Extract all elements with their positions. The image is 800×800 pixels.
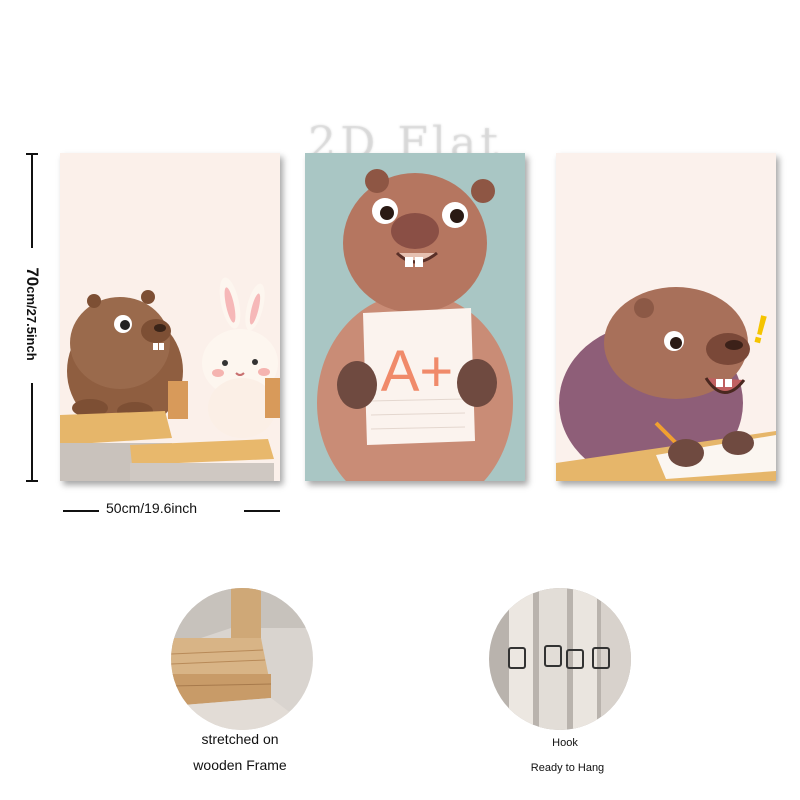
wooden-frame-photo: [171, 588, 313, 730]
capybara-rabbit-illustration: [60, 153, 280, 481]
wooden-frame-image: [171, 588, 313, 730]
height-marker-bottom: [26, 480, 38, 482]
hook-caption-line1: Hook: [552, 737, 578, 749]
a-plus-text: A+: [381, 339, 454, 404]
capybara-writing-illustration: !: [556, 153, 776, 481]
canvas-panel-right: !: [556, 153, 776, 481]
frame-caption-line1: stretched on: [201, 731, 279, 747]
product-image: 2D Flat 70cm/27.5inch 50cm/19.6inch A+ !…: [0, 0, 800, 800]
height-unit: cm/27.5inch: [24, 286, 39, 361]
height-label: 70cm/27.5inch: [22, 267, 42, 360]
width-line-left: [63, 510, 99, 512]
hook-photo: [489, 588, 631, 730]
capybara-a-plus-illustration: A+: [305, 153, 525, 481]
hook-caption-line2: Ready to Hang: [530, 762, 605, 774]
width-label: 50cm/19.6inch: [106, 500, 198, 516]
height-line-bottom: [31, 383, 33, 481]
canvas-panel-left: [60, 153, 280, 481]
height-line-top: [31, 153, 33, 248]
width-line-right: [244, 510, 280, 512]
height-value: 70: [23, 267, 42, 287]
hook-image: [489, 588, 631, 730]
canvas-panel-center: A+: [305, 153, 525, 481]
frame-caption-line2: wooden Frame: [193, 757, 287, 773]
